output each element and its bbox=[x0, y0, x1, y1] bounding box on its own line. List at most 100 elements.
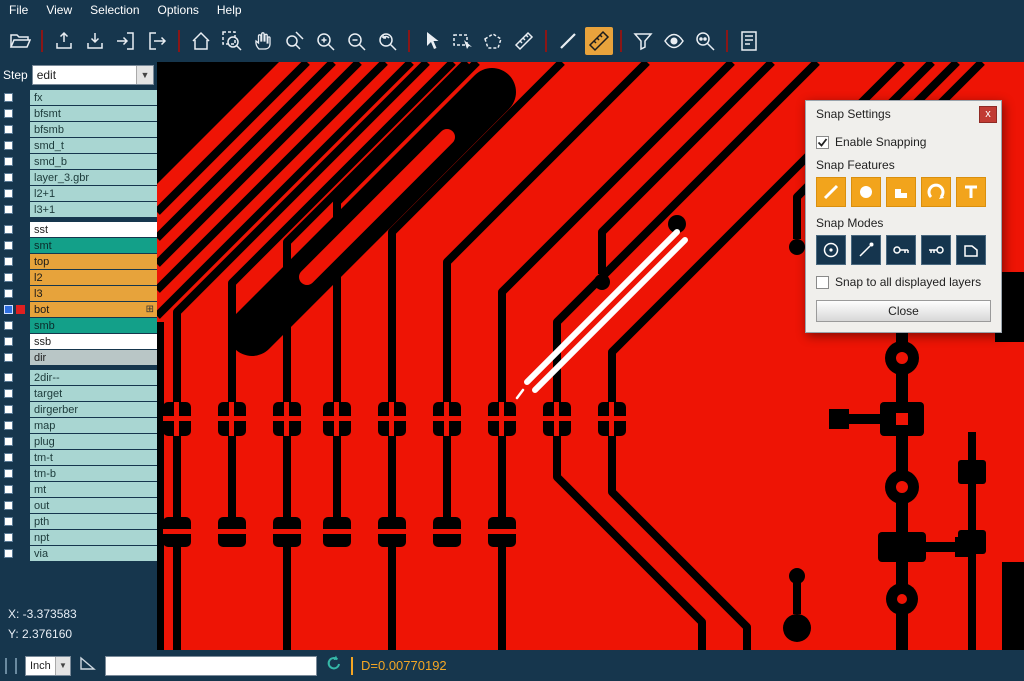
layer-name[interactable]: out bbox=[30, 498, 157, 513]
layer-row[interactable]: out bbox=[0, 498, 157, 513]
layer-name[interactable]: mt bbox=[30, 482, 157, 497]
open-folder-icon[interactable] bbox=[6, 27, 34, 55]
layer-name[interactable]: l3 bbox=[30, 286, 157, 301]
refresh-icon[interactable] bbox=[325, 654, 343, 677]
find-similar-icon[interactable] bbox=[691, 27, 719, 55]
layer-row-active[interactable]: bot⊞ bbox=[0, 302, 157, 317]
layer-visibility-checkbox[interactable] bbox=[4, 389, 13, 398]
layer-row[interactable]: tm-t bbox=[0, 450, 157, 465]
layer-name[interactable]: dir bbox=[30, 350, 157, 365]
layer-row[interactable]: ssb bbox=[0, 334, 157, 349]
key-lock-mirrored-button[interactable] bbox=[921, 235, 951, 265]
layer-row[interactable]: via bbox=[0, 546, 157, 561]
layer-row[interactable]: fx bbox=[0, 90, 157, 105]
layer-name[interactable]: plug bbox=[30, 434, 157, 449]
layer-row[interactable]: smb bbox=[0, 318, 157, 333]
outline-snap-button[interactable] bbox=[956, 235, 986, 265]
download-icon[interactable] bbox=[81, 27, 109, 55]
layer-name[interactable]: l2+1 bbox=[30, 186, 157, 201]
layer-name[interactable]: map bbox=[30, 418, 157, 433]
layer-visibility-checkbox[interactable] bbox=[4, 373, 13, 382]
snap-pad-button[interactable] bbox=[851, 177, 881, 207]
layer-name[interactable]: smt bbox=[30, 238, 157, 253]
select-rectangle-icon[interactable] bbox=[448, 27, 476, 55]
layer-name[interactable]: 2dir-- bbox=[30, 370, 157, 385]
layer-name[interactable]: sst bbox=[30, 222, 157, 237]
layer-row[interactable]: layer_3.gbr bbox=[0, 170, 157, 185]
layer-visibility-checkbox[interactable] bbox=[4, 125, 13, 134]
layer-row[interactable]: npt bbox=[0, 530, 157, 545]
zoom-in-icon[interactable] bbox=[311, 27, 339, 55]
snap-text-button[interactable] bbox=[956, 177, 986, 207]
layer-visibility-checkbox[interactable] bbox=[4, 93, 13, 102]
pan-hand-icon[interactable] bbox=[249, 27, 277, 55]
menu-file[interactable]: File bbox=[0, 1, 37, 19]
layer-row[interactable]: mt bbox=[0, 482, 157, 497]
layer-name[interactable]: l3+1 bbox=[30, 202, 157, 217]
dialog-titlebar[interactable]: Snap Settings x bbox=[806, 101, 1001, 127]
layer-name[interactable]: ssb bbox=[30, 334, 157, 349]
layer-row[interactable]: target bbox=[0, 386, 157, 401]
chevron-down-icon[interactable]: ▼ bbox=[136, 66, 153, 84]
layer-visibility-checkbox[interactable] bbox=[4, 205, 13, 214]
layer-name[interactable]: bfsmt bbox=[30, 106, 157, 121]
menu-view[interactable]: View bbox=[37, 1, 81, 19]
unit-select[interactable]: Inch▼ bbox=[25, 656, 71, 676]
snap-all-layers-row[interactable]: Snap to all displayed layers bbox=[816, 275, 991, 289]
layer-name[interactable]: top bbox=[30, 254, 157, 269]
layer-name[interactable]: smd_b bbox=[30, 154, 157, 169]
layer-row[interactable]: bfsmb bbox=[0, 122, 157, 137]
filter-icon[interactable] bbox=[629, 27, 657, 55]
layer-row[interactable]: sst bbox=[0, 222, 157, 237]
layer-row[interactable]: l2 bbox=[0, 270, 157, 285]
zoom-window-icon[interactable] bbox=[218, 27, 246, 55]
layer-name[interactable]: fx bbox=[30, 90, 157, 105]
layer-visibility-checkbox[interactable] bbox=[4, 305, 13, 314]
layer-visibility-checkbox[interactable] bbox=[4, 321, 13, 330]
measure-caliper-icon[interactable] bbox=[510, 27, 538, 55]
layer-row[interactable]: l3+1 bbox=[0, 202, 157, 217]
layer-row[interactable]: l3 bbox=[0, 286, 157, 301]
layer-visibility-checkbox[interactable] bbox=[4, 289, 13, 298]
layer-name[interactable]: tm-b bbox=[30, 466, 157, 481]
layer-name[interactable]: dirgerber bbox=[30, 402, 157, 417]
layer-row[interactable]: tm-b bbox=[0, 466, 157, 481]
layer-name[interactable]: smd_t bbox=[30, 138, 157, 153]
snap-line-button[interactable] bbox=[816, 177, 846, 207]
layer-visibility-checkbox[interactable] bbox=[4, 241, 13, 250]
measure-ruler-icon[interactable] bbox=[585, 27, 613, 55]
zoom-previous-icon[interactable] bbox=[373, 27, 401, 55]
layer-name[interactable]: target bbox=[30, 386, 157, 401]
layer-name[interactable]: smb bbox=[30, 318, 157, 333]
layer-visibility-checkbox[interactable] bbox=[4, 469, 13, 478]
layer-row[interactable]: smt bbox=[0, 238, 157, 253]
highlight-eye-icon[interactable] bbox=[660, 27, 688, 55]
layer-visibility-checkbox[interactable] bbox=[4, 405, 13, 414]
point-snap-button[interactable] bbox=[851, 235, 881, 265]
layer-name[interactable]: bot⊞ bbox=[30, 302, 157, 317]
layer-visibility-checkbox[interactable] bbox=[4, 157, 13, 166]
step-select[interactable]: edit▼ bbox=[32, 65, 154, 85]
layer-row[interactable]: 2dir-- bbox=[0, 370, 157, 385]
layer-visibility-checkbox[interactable] bbox=[4, 257, 13, 266]
layer-row[interactable]: smd_b bbox=[0, 154, 157, 169]
key-lock-button[interactable] bbox=[886, 235, 916, 265]
layer-name[interactable]: tm-t bbox=[30, 450, 157, 465]
layer-visibility-checkbox[interactable] bbox=[4, 337, 13, 346]
layer-visibility-checkbox[interactable] bbox=[4, 453, 13, 462]
layer-visibility-checkbox[interactable] bbox=[4, 549, 13, 558]
snap-corner-button[interactable] bbox=[886, 177, 916, 207]
layer-visibility-checkbox[interactable] bbox=[4, 109, 13, 118]
select-pointer-icon[interactable] bbox=[417, 27, 445, 55]
layer-visibility-checkbox[interactable] bbox=[4, 141, 13, 150]
layer-name[interactable]: npt bbox=[30, 530, 157, 545]
layer-visibility-checkbox[interactable] bbox=[4, 517, 13, 526]
layer-row[interactable]: smd_t bbox=[0, 138, 157, 153]
layer-row[interactable]: map bbox=[0, 418, 157, 433]
select-polygon-icon[interactable] bbox=[479, 27, 507, 55]
snap-all-layers-checkbox[interactable] bbox=[816, 276, 829, 289]
center-snap-button[interactable] bbox=[816, 235, 846, 265]
report-icon[interactable] bbox=[735, 27, 763, 55]
layer-visibility-checkbox[interactable] bbox=[4, 421, 13, 430]
zoom-area-icon[interactable] bbox=[280, 27, 308, 55]
